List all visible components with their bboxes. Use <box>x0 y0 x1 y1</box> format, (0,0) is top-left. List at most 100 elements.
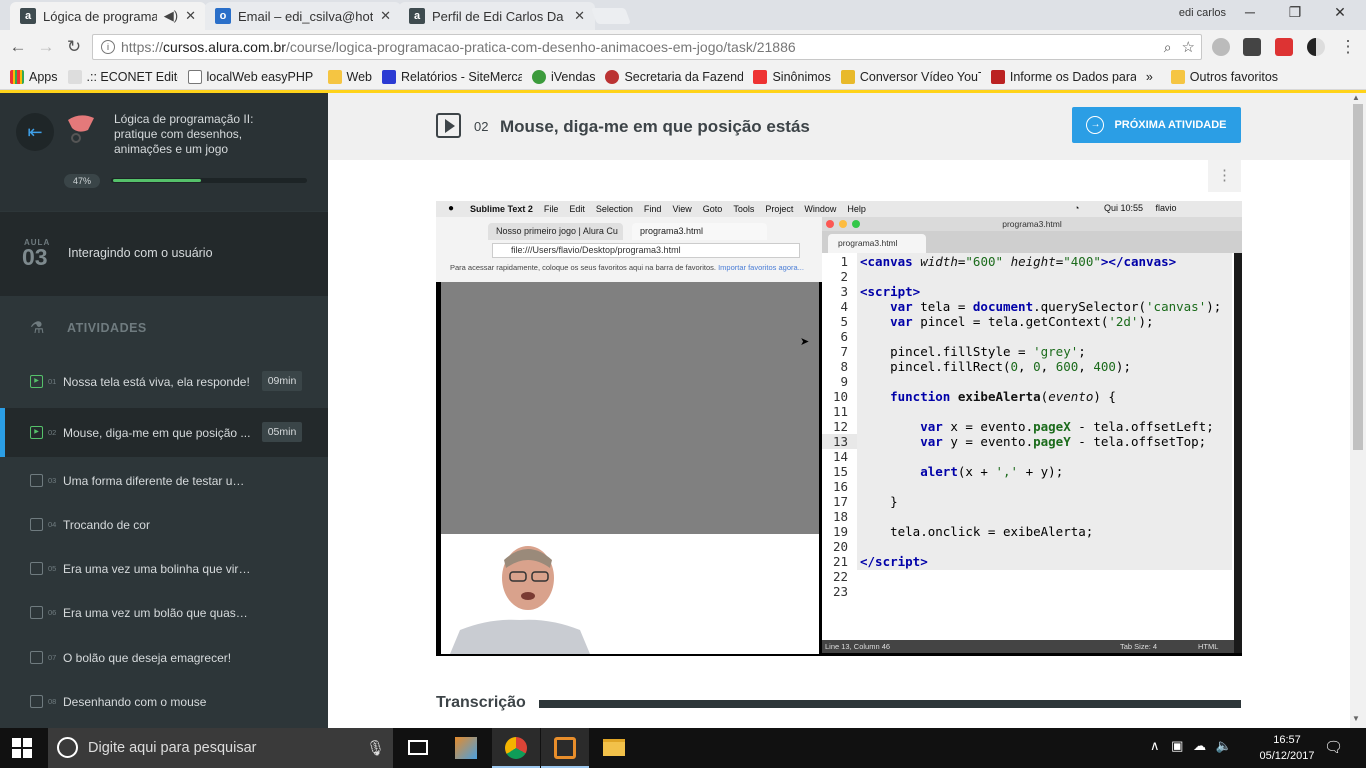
bookmark-conversor[interactable]: Conversor Vídeo YouTube <box>840 69 981 84</box>
line-number: 4 <box>840 299 848 314</box>
tab-title: Lógica de programação <box>43 8 157 24</box>
activity-item[interactable]: 03 Uma forma diferente de testar um if <box>0 458 328 504</box>
conversor-icon <box>840 69 855 84</box>
inner-tab: programa3.html <box>632 223 767 240</box>
extension-icon[interactable] <box>1212 38 1230 56</box>
reload-icon[interactable]: ↻ <box>64 37 84 57</box>
lesson-number: 03 <box>22 244 48 270</box>
volume-icon[interactable]: 🔈 <box>1216 738 1232 753</box>
close-icon[interactable]: ✕ <box>380 8 391 24</box>
activity-title: Mouse, diga-me em que posição ... <box>63 426 251 440</box>
book-icon <box>30 562 43 575</box>
activity-item[interactable]: 08 Desenhando com o mouse <box>0 679 328 725</box>
bookmark-other[interactable]: Outros favoritos <box>1170 69 1278 84</box>
sublime-tab: programa3.html <box>828 234 926 253</box>
seal-icon <box>605 69 620 84</box>
tab-email[interactable]: o Email – edi_csilva@hotmail.com ✕ <box>205 2 401 30</box>
line-number: 1 <box>840 254 848 269</box>
tab-size: Tab Size: 4 <box>1120 642 1158 651</box>
menu-icon[interactable]: ⋮ <box>1338 37 1358 57</box>
close-icon[interactable]: ✕ <box>574 8 585 24</box>
code-line: </script> <box>860 554 928 569</box>
course-title[interactable]: Lógica de programação II: pratique com d… <box>114 112 294 157</box>
play-icon: ▶ <box>30 426 43 439</box>
forward-icon[interactable]: → <box>36 37 56 57</box>
star-icon[interactable]: ☆ <box>1182 38 1195 56</box>
visual-studio-code-icon[interactable] <box>541 728 589 768</box>
transcription-divider <box>539 700 1241 708</box>
cors-icon[interactable] <box>1275 38 1293 56</box>
econet-icon <box>67 69 82 84</box>
bookmark-ivendas[interactable]: iVendas <box>531 69 595 84</box>
mouse-cursor-icon: ➤ <box>800 336 810 348</box>
extension-icon[interactable] <box>1243 38 1261 56</box>
bookmark-econet[interactable]: .:: ECONET Editora ::. <box>67 69 178 84</box>
new-tab-button[interactable] <box>591 8 631 24</box>
bookmark-label: .:: ECONET Editora ::. <box>86 69 178 84</box>
bookmark-localweb[interactable]: localWeb easyPHP <box>187 69 318 84</box>
system-clock[interactable]: 16:57 05/12/2017 <box>1257 732 1317 764</box>
bookmark-fazenda[interactable]: Secretaria da Fazenda <box>605 69 743 84</box>
current-indicator <box>0 408 5 457</box>
search-placeholder: Digite aqui para pesquisar <box>88 740 257 756</box>
line-number: 15 <box>832 464 848 479</box>
wifi-icon: ◔ <box>1074 203 1080 213</box>
speaker-icon[interactable]: ◀) <box>164 8 178 24</box>
activity-item[interactable]: 07 O bolão que deseja emagrecer! <box>0 635 328 681</box>
scroll-down-icon[interactable]: ▼ <box>1352 714 1360 723</box>
taskbar-app-icon[interactable] <box>442 728 490 768</box>
scroll-up-icon[interactable]: ▲ <box>1352 93 1360 102</box>
chrome-icon[interactable] <box>492 728 540 768</box>
next-activity-button[interactable]: → PRÓXIMA ATIVIDADE <box>1072 107 1241 143</box>
address-bar[interactable]: i https:// cursos.alura.com.br /course/l… <box>92 34 1202 60</box>
activity-item[interactable]: 04 Trocando de cor <box>0 502 328 548</box>
line-number: 22 <box>832 569 848 584</box>
line-number: 11 <box>832 404 848 419</box>
restore-icon[interactable]: ❐ <box>1284 4 1306 21</box>
bookmark-informe[interactable]: Informe os Dados para <box>990 69 1136 84</box>
notification-icon[interactable]: 🗨 <box>1324 738 1343 756</box>
play-icon: ▶ <box>30 375 43 388</box>
cloud-icon[interactable]: ☁ <box>1193 738 1206 753</box>
activity-title: Era uma vez uma bolinha que virou u... <box>63 562 251 576</box>
sublime-statusbar: Line 13, Column 46 Tab Size: 4 HTML <box>822 640 1234 653</box>
system-tray[interactable]: ∧ ▣ ☁ 🔈 <box>1150 738 1232 754</box>
windows-start-icon[interactable] <box>12 738 32 758</box>
chevron-up-icon[interactable]: ∧ <box>1150 738 1160 753</box>
profile-name[interactable]: edi carlos <box>1179 7 1226 19</box>
activity-item[interactable]: ▶ 01 Nossa tela está viva, ela responde!… <box>0 359 328 405</box>
back-icon[interactable]: ← <box>8 37 28 57</box>
folder-icon <box>327 69 342 84</box>
cortana-icon <box>57 737 78 758</box>
file-explorer-icon[interactable] <box>590 728 638 768</box>
network-icon[interactable]: ▣ <box>1171 738 1183 753</box>
bookmark-sinonimos[interactable]: Sinônimos <box>753 69 831 84</box>
bookmark-web[interactable]: Web <box>327 69 372 84</box>
tab-profile[interactable]: a Perfil de Edi Carlos Da Silva ✕ <box>399 2 595 30</box>
microphone-icon[interactable]: 🎙 <box>366 739 385 757</box>
activity-item[interactable]: 06 Era uma vez um bolão que quase expl..… <box>0 590 328 636</box>
bookmarks-bar: Apps .:: ECONET Editora ::. localWeb eas… <box>0 64 1366 90</box>
menu-item: View <box>672 204 692 214</box>
activity-item[interactable]: 05 Era uma vez uma bolinha que virou u..… <box>0 546 328 592</box>
tab-active[interactable]: a Lógica de programação ◀) ✕ <box>10 2 206 30</box>
inner-bookmarks-text: Para acessar rapidamente, coloque os seu… <box>450 263 716 272</box>
bookmark-relatorios[interactable]: Relatórios - SiteMercado <box>381 69 522 84</box>
scrollbar-thumb[interactable] <box>1353 104 1363 450</box>
bookmark-apps[interactable]: Apps <box>10 69 58 84</box>
inner-tabs: Nosso primeiro jogo | Alura Cu programa3… <box>436 220 822 240</box>
info-icon[interactable]: i <box>101 40 115 54</box>
back-to-course-icon[interactable]: ⇤ <box>16 113 54 151</box>
extension-icon[interactable] <box>1307 38 1325 56</box>
line-number: 14 <box>832 449 848 464</box>
more-options-icon[interactable]: ⋮ <box>1208 160 1241 192</box>
zoom-icon[interactable]: ⌕ <box>1164 39 1172 56</box>
bookmarks-overflow[interactable]: » <box>1146 70 1153 84</box>
close-window-icon[interactable]: ✕ <box>1329 4 1351 21</box>
activity-item-current[interactable]: ▶ 02 Mouse, diga-me em que posição ... 0… <box>0 408 328 457</box>
line-number: 2 <box>840 269 848 284</box>
task-view-icon[interactable] <box>394 728 442 768</box>
close-icon[interactable]: ✕ <box>185 8 196 24</box>
minimize-icon[interactable]: ─ <box>1239 4 1261 20</box>
bookmark-label: Sinônimos <box>772 69 831 84</box>
